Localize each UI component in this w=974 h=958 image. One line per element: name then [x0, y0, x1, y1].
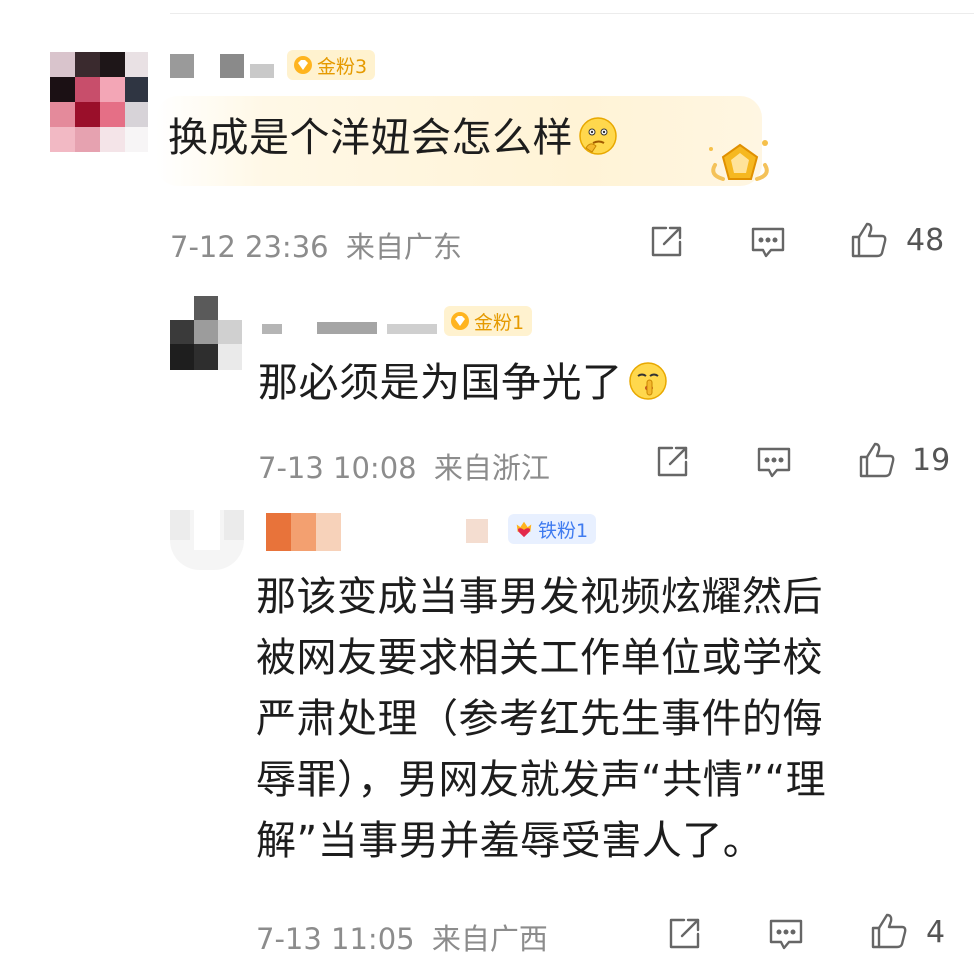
- like-count: 4: [926, 915, 946, 950]
- like-count: 19: [912, 443, 951, 478]
- comment-text-line: 被网友要求相关工作单位或学校: [256, 635, 823, 681]
- comment-text-line: 那该变成当事男发视频炫耀然后: [256, 574, 823, 620]
- diamond-icon: [293, 55, 313, 75]
- gold-gem-decoration-icon: [705, 135, 775, 190]
- comment-text: 那必须是为国争光了: [258, 353, 669, 420]
- comment-text-line: 严肃处理（参考红先生事件的侮: [256, 696, 823, 742]
- location: 来自广西: [431, 922, 548, 956]
- comment-text: 换成是个洋妞会怎么样: [168, 108, 619, 175]
- comment-text-line: 解”当事男并羞辱受害人了。: [256, 818, 764, 864]
- fan-badge[interactable]: 铁粉1: [508, 514, 597, 544]
- comment-icon[interactable]: [748, 222, 788, 262]
- comment-icon[interactable]: [754, 442, 794, 482]
- username-blurred[interactable]: [170, 54, 280, 82]
- comment-meta: 7-12 23:36 来自广东: [170, 224, 462, 266]
- badge-label: 金粉3: [317, 55, 368, 78]
- location: 来自广东: [345, 230, 462, 264]
- like-count: 48: [906, 223, 945, 258]
- avatar[interactable]: [170, 296, 242, 370]
- badge-label: 铁粉1: [538, 519, 589, 542]
- timestamp: 7-13 10:08: [258, 451, 417, 485]
- shush-emoji-icon: [627, 359, 669, 420]
- username-blurred[interactable]: [266, 513, 496, 553]
- comment-meta: 7-13 11:05 来自广西: [256, 916, 548, 958]
- fan-badge[interactable]: 金粉3: [287, 50, 376, 80]
- comment-icon[interactable]: [766, 914, 806, 954]
- username-blurred[interactable]: [262, 322, 442, 336]
- share-icon[interactable]: [646, 222, 686, 262]
- comment-text: 那该变成当事男发视频炫耀然后 被网友要求相关工作单位或学校 严肃处理（参考红先生…: [256, 567, 936, 872]
- top-divider: [170, 13, 974, 14]
- timestamp: 7-12 23:36: [170, 230, 329, 264]
- like-icon[interactable]: [848, 219, 888, 259]
- like-icon[interactable]: [856, 439, 896, 479]
- badge-label: 金粉1: [474, 311, 525, 334]
- share-icon[interactable]: [664, 914, 704, 954]
- thinking-emoji-icon: [577, 114, 619, 175]
- avatar[interactable]: [170, 510, 244, 570]
- diamond-icon: [450, 311, 470, 331]
- comment-meta: 7-13 10:08 来自浙江: [258, 445, 550, 487]
- comment-text-line: 辱罪），男网友就发声“共情”“理: [256, 757, 827, 803]
- avatar[interactable]: [50, 52, 148, 152]
- like-icon[interactable]: [868, 910, 908, 950]
- share-icon[interactable]: [652, 442, 692, 482]
- heart-crown-icon: [514, 519, 534, 539]
- location: 来自浙江: [433, 451, 550, 485]
- timestamp: 7-13 11:05: [256, 922, 415, 956]
- fan-badge[interactable]: 金粉1: [444, 306, 533, 336]
